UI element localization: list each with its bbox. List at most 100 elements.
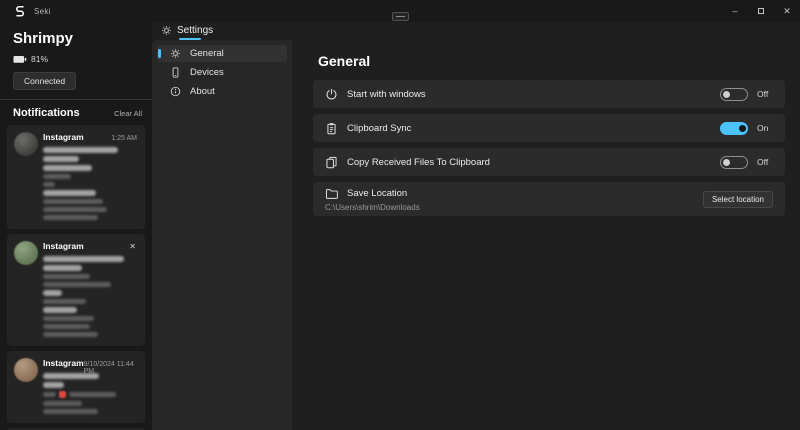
nav-item-general[interactable]: General [157, 45, 287, 62]
toggle-start-with-windows[interactable] [720, 88, 748, 101]
toggle-state-label: Off [757, 157, 773, 167]
notification-blurred-content [43, 256, 137, 337]
blurred-text [43, 147, 118, 153]
close-notification-button[interactable]: ✕ [128, 243, 137, 251]
blurred-text [43, 409, 98, 414]
blurred-text [43, 382, 64, 388]
app-logo-icon [14, 5, 26, 17]
connection-status-button[interactable]: Connected [13, 72, 76, 90]
blurred-text [43, 274, 90, 279]
blurred-text [43, 265, 82, 271]
gear-icon [170, 48, 181, 59]
toggle-clipboard-sync[interactable] [720, 122, 748, 135]
notification-card[interactable]: Instagram ✕ [7, 234, 145, 346]
phone-icon [170, 67, 181, 78]
save-location-path: C:\Users\shrim\Downloads [325, 203, 703, 212]
blurred-text [43, 299, 86, 304]
blurred-text [43, 182, 55, 187]
tab-strip: Settings [152, 22, 800, 40]
setting-row-clipboard-sync: Clipboard Sync On [313, 114, 785, 142]
setting-row-copy-received-files: Copy Received Files To Clipboard Off [313, 148, 785, 176]
close-button[interactable]: ✕ [774, 0, 800, 22]
clear-all-link[interactable]: Clear All [114, 109, 142, 118]
window-controls: – ✕ [722, 0, 800, 22]
minimize-button[interactable]: – [722, 0, 748, 22]
device-name: Shrimpy [13, 30, 152, 47]
avatar [14, 132, 38, 156]
blurred-text [43, 256, 124, 262]
nav-item-devices[interactable]: Devices [157, 64, 287, 81]
app-window: Seki – ✕ Shrimpy 81% Connected Notificat… [0, 0, 800, 430]
app-title: Seki [34, 7, 51, 16]
toggle-knob [739, 125, 746, 132]
setting-row-start-with-windows: Start with windows Off [313, 80, 785, 108]
nav-item-label: About [190, 86, 215, 97]
blurred-text [43, 156, 79, 162]
divider [0, 99, 152, 100]
blurred-text [43, 165, 92, 171]
blurred-reaction-line [43, 391, 137, 398]
tab-settings-label: Settings [177, 25, 213, 36]
battery-percent: 81% [31, 54, 48, 64]
battery-icon [13, 55, 27, 64]
notification-app-name: Instagram [43, 132, 84, 142]
notification-timestamp: 1:25 AM [111, 135, 137, 142]
device-sidebar: Shrimpy 81% Connected Notifications Clea… [0, 22, 152, 430]
avatar [14, 358, 38, 382]
toggle-knob [723, 91, 730, 98]
blurred-text [43, 190, 96, 196]
blurred-text [43, 324, 90, 329]
notification-card[interactable]: Instagram 1:25 AM [7, 125, 145, 229]
blurred-text [69, 392, 116, 397]
settings-nav: General Devices About [152, 40, 292, 430]
nav-item-label: Devices [190, 67, 224, 78]
toggle-state-label: On [757, 123, 773, 133]
gear-icon [161, 25, 172, 36]
blurred-text [43, 373, 99, 379]
notification-app-name: Instagram [43, 241, 84, 251]
folder-icon [325, 187, 338, 200]
tab-settings[interactable]: Settings [159, 23, 217, 40]
battery-status: 81% [13, 54, 152, 64]
clipboard-icon [325, 122, 338, 135]
toggle-state-label: Off [757, 89, 773, 99]
selected-indicator [158, 49, 161, 58]
setting-label: Clipboard Sync [347, 123, 411, 134]
power-icon [325, 88, 338, 101]
setting-label: Save Location [347, 188, 407, 199]
notification-header: Instagram ✕ [43, 241, 137, 252]
notifications-header: Notifications Clear All [13, 107, 142, 119]
blurred-text [43, 401, 82, 406]
blurred-text [43, 282, 111, 287]
blurred-text [43, 392, 56, 397]
info-icon [170, 86, 181, 97]
blurred-text [43, 332, 98, 337]
blurred-text [43, 207, 107, 212]
notification-app-name: Instagram [43, 358, 84, 368]
reaction-emoji-icon [59, 391, 66, 398]
notification-list: Instagram 1:25 AM Instagram ✕ Instagram9/10/… [0, 125, 152, 430]
maximize-button[interactable] [748, 0, 774, 22]
select-location-button[interactable]: Select location [703, 191, 773, 208]
settings-content: General Start with windows Off [292, 40, 800, 430]
setting-label: Start with windows [347, 89, 426, 100]
blurred-text [43, 316, 94, 321]
toggle-copy-received-files[interactable] [720, 156, 748, 169]
page-title: General [318, 53, 800, 69]
maximize-icon [758, 8, 764, 14]
nav-item-label: General [190, 48, 224, 59]
setting-label: Copy Received Files To Clipboard [347, 157, 490, 168]
titlebar: Seki – ✕ [0, 0, 800, 22]
blurred-text [43, 199, 103, 204]
drag-handle[interactable] [392, 12, 409, 21]
notification-blurred-content [43, 373, 137, 414]
blurred-text [43, 215, 98, 220]
notification-card[interactable]: Instagram9/10/2024 11:44 PM [7, 351, 145, 423]
notifications-title: Notifications [13, 107, 80, 119]
blurred-text [43, 174, 71, 179]
nav-item-about[interactable]: About [157, 83, 287, 100]
notification-blurred-content [43, 147, 137, 220]
avatar [14, 241, 38, 265]
toggle-knob [723, 159, 730, 166]
notification-header: Instagram9/10/2024 11:44 PM [43, 358, 137, 369]
